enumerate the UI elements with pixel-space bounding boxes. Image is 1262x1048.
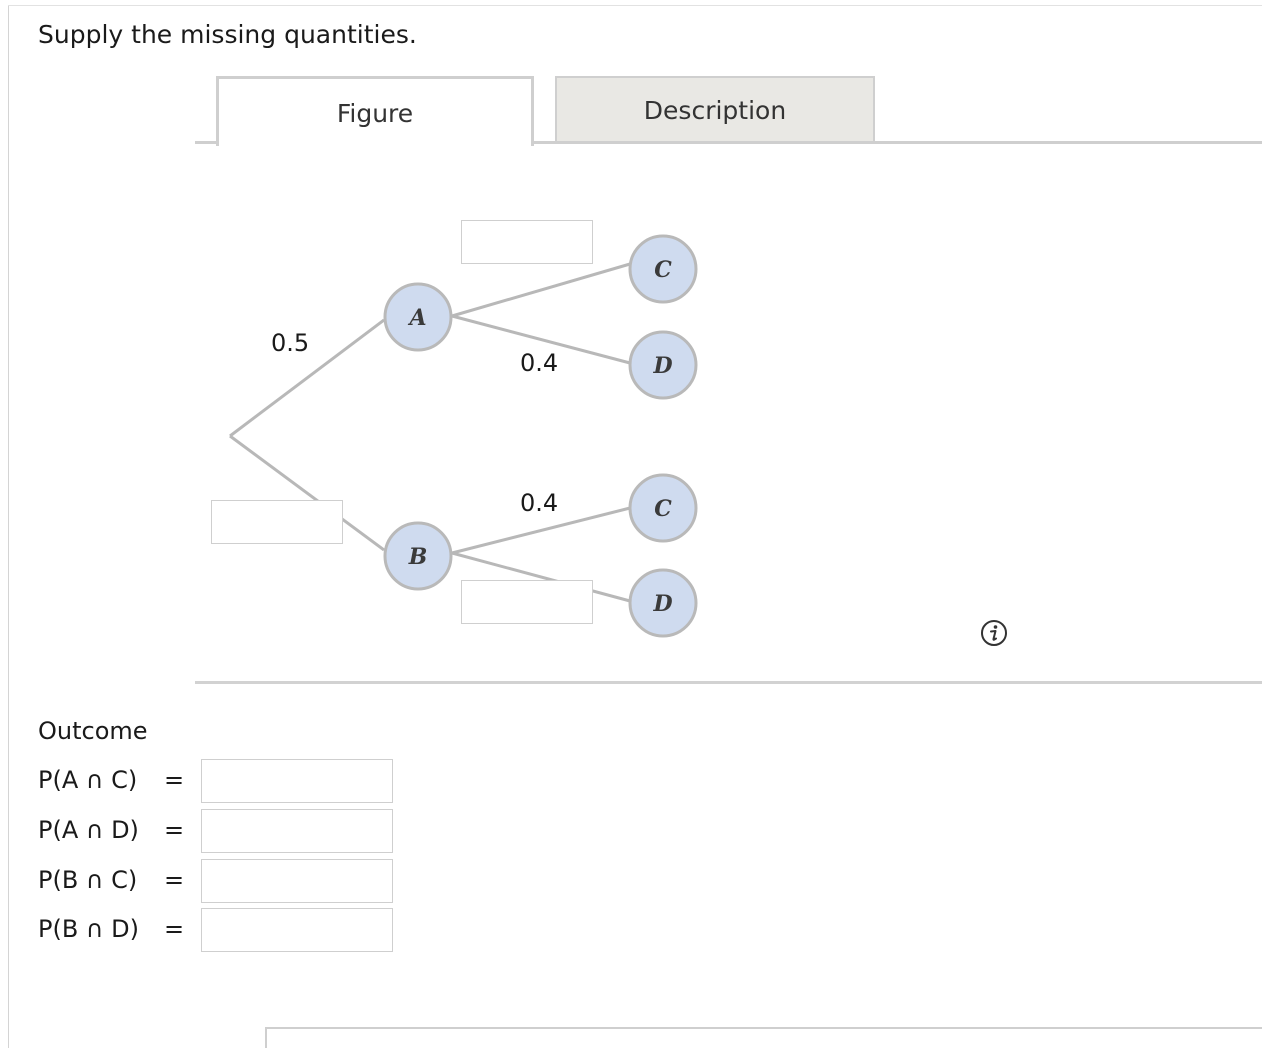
outcome-input-B-D[interactable] xyxy=(201,908,393,952)
node-B-label: B xyxy=(408,544,428,570)
outcome-expr: P(B ∩ D) xyxy=(38,915,139,943)
node-B-D-label: D xyxy=(652,591,672,617)
outcome-expr: P(A ∩ C) xyxy=(38,766,138,794)
equals-sign: = xyxy=(164,766,185,794)
outcome-row-B-C: P(B ∩ C) = xyxy=(38,859,398,903)
node-A-C: C xyxy=(628,234,698,304)
equals-sign: = xyxy=(164,915,185,943)
prob-A-D-label: 0.4 xyxy=(520,349,558,377)
prob-root-B-input[interactable] xyxy=(211,500,343,544)
outcome-row-A-D: P(A ∩ D) = xyxy=(38,809,398,853)
outcome-row-B-D: P(B ∩ D) = xyxy=(38,908,398,952)
equals-sign: = xyxy=(164,866,185,894)
prob-B-C-label: 0.4 xyxy=(520,489,558,517)
outcome-title: Outcome xyxy=(38,717,148,745)
node-B-C: C xyxy=(628,473,698,543)
node-A-C-label: C xyxy=(654,257,672,283)
node-B-C-label: C xyxy=(654,496,672,522)
outcome-expr: P(B ∩ C) xyxy=(38,866,138,894)
outcome-expr: P(A ∩ D) xyxy=(38,816,139,844)
prob-B-D-input[interactable] xyxy=(461,580,593,624)
node-A-D: D xyxy=(628,330,698,400)
outcome-input-A-C[interactable] xyxy=(201,759,393,803)
outcome-row-A-C: P(A ∩ C) = xyxy=(38,759,398,803)
next-panel-edge xyxy=(265,1027,1262,1048)
node-A-D-label: D xyxy=(652,353,672,379)
outcome-input-A-D[interactable] xyxy=(201,809,393,853)
prob-A-C-input[interactable] xyxy=(461,220,593,264)
node-A-label: A xyxy=(407,305,426,331)
equals-sign: = xyxy=(164,816,185,844)
prob-root-A-label: 0.5 xyxy=(271,329,309,357)
node-B-D: D xyxy=(628,568,698,638)
outcome-input-B-C[interactable] xyxy=(201,859,393,903)
figure-panel-bottom-border xyxy=(195,681,1262,684)
node-A: A xyxy=(383,282,453,352)
node-B: B xyxy=(383,521,453,591)
info-icon[interactable] xyxy=(980,619,1008,647)
branch-A-C xyxy=(451,262,631,318)
page: Supply the missing quantities. Figure De… xyxy=(0,0,1262,1048)
